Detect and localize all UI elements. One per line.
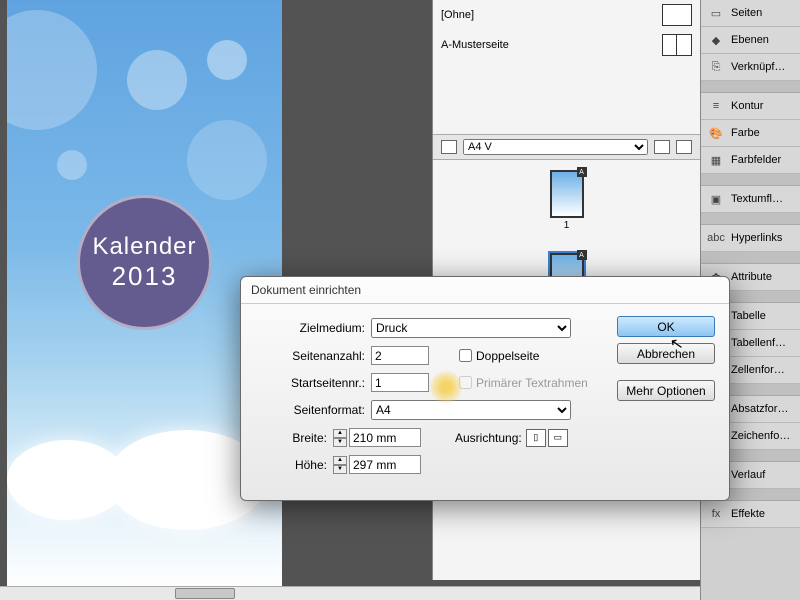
- panel-icon: ≡: [707, 99, 725, 113]
- document-setup-dialog: Dokument einrichten Zielmedium: Druck Se…: [240, 276, 730, 501]
- panel-icon: ▣: [707, 192, 725, 206]
- title-badge: Kalender 2013: [77, 195, 212, 330]
- doppelseite-checkbox[interactable]: Doppelseite: [459, 349, 539, 363]
- master-swatch-icon: [662, 34, 692, 56]
- page-number: 1: [564, 220, 570, 231]
- master-pages-list[interactable]: [Ohne] A-Musterseite: [433, 0, 700, 135]
- scrollbar-thumb[interactable]: [175, 588, 235, 599]
- hoehe-spinner[interactable]: ▲▼: [333, 456, 347, 474]
- master-item-a[interactable]: A-Musterseite: [433, 30, 700, 60]
- layout-icon[interactable]: [441, 140, 457, 154]
- panel-textumfl[interactable]: ▣ Textumfl…: [701, 186, 800, 213]
- doppelseite-check[interactable]: [459, 349, 472, 362]
- more-options-button[interactable]: Mehr Optionen: [617, 380, 715, 401]
- panel-label: Hyperlinks: [731, 232, 782, 244]
- panel-label: Attribute: [731, 271, 772, 283]
- zielmedium-select[interactable]: Druck: [371, 318, 571, 338]
- ausrichtung-label: Ausrichtung:: [455, 431, 522, 445]
- startseitennr-input[interactable]: [371, 373, 429, 392]
- panel-farbe[interactable]: 🎨 Farbe: [701, 120, 800, 147]
- seitenformat-select[interactable]: A4: [371, 400, 571, 420]
- page-preset-bar: A4 V: [433, 135, 700, 160]
- zielmedium-label: Zielmedium:: [257, 321, 365, 335]
- panel-hyperlinks[interactable]: abc Hyperlinks: [701, 225, 800, 252]
- panel-kontur[interactable]: ≡ Kontur: [701, 93, 800, 120]
- panel-icon: 🎨: [707, 126, 725, 140]
- ok-button[interactable]: OK: [617, 316, 715, 337]
- seitenanzahl-input[interactable]: [371, 346, 429, 365]
- seitenanzahl-label: Seitenanzahl:: [257, 349, 365, 363]
- panel-verknpf[interactable]: ⎘ Verknüpf…: [701, 54, 800, 81]
- panel-icon: ▭: [707, 6, 725, 20]
- primaer-label: Primärer Textrahmen: [476, 376, 588, 390]
- breite-input[interactable]: [349, 428, 421, 447]
- panel-label: Textumfl…: [731, 193, 783, 205]
- startseitennr-label: Startseitennr.:: [257, 376, 365, 390]
- panel-farbfelder[interactable]: ▦ Farbfelder: [701, 147, 800, 174]
- hoehe-input[interactable]: [349, 455, 421, 474]
- panel-label: Tabelle: [731, 310, 766, 322]
- master-marker: A: [577, 250, 587, 260]
- panel-label: Seiten: [731, 7, 762, 19]
- panel-label: Verknüpf…: [731, 61, 785, 73]
- primaer-checkbox: Primärer Textrahmen: [459, 376, 588, 390]
- panel-icon: ⎘: [707, 60, 725, 74]
- panel-effekte[interactable]: fx Effekte: [701, 501, 800, 528]
- seitenformat-label: Seitenformat:: [257, 403, 365, 417]
- panel-label: Ebenen: [731, 34, 769, 46]
- panel-ebenen[interactable]: ◆ Ebenen: [701, 27, 800, 54]
- panel-label: Farbe: [731, 127, 760, 139]
- breite-label: Breite:: [281, 431, 327, 445]
- orientation-landscape-icon[interactable]: [676, 140, 692, 154]
- master-item-none[interactable]: [Ohne]: [433, 0, 700, 30]
- horizontal-scrollbar[interactable]: [0, 586, 700, 600]
- panel-label: Farbfelder: [731, 154, 781, 166]
- panel-label: Tabellenf…: [731, 337, 786, 349]
- panel-icon: abc: [707, 231, 725, 245]
- panel-label: Zeichenfo…: [731, 430, 790, 442]
- badge-line2: 2013: [112, 261, 178, 292]
- panel-label: Effekte: [731, 508, 765, 520]
- master-swatch-icon: [662, 4, 692, 26]
- master-label: A-Musterseite: [441, 39, 509, 51]
- panel-icon: ▦: [707, 153, 725, 167]
- panel-label: Zellenfor…: [731, 364, 785, 376]
- panel-seiten[interactable]: ▭ Seiten: [701, 0, 800, 27]
- panel-icon: fx: [707, 507, 725, 521]
- doppelseite-label: Doppelseite: [476, 349, 539, 363]
- panel-label: Verlauf: [731, 469, 765, 481]
- page-thumb-1[interactable]: A 1: [550, 170, 584, 231]
- dialog-title: Dokument einrichten: [241, 277, 729, 304]
- panel-icon: ◆: [707, 33, 725, 47]
- orientation-portrait-button[interactable]: ▯: [526, 429, 546, 447]
- primaer-check: [459, 376, 472, 389]
- breite-spinner[interactable]: ▲▼: [333, 429, 347, 447]
- badge-line1: Kalender: [92, 233, 196, 261]
- panel-label: Kontur: [731, 100, 763, 112]
- panel-label: Absatzfor…: [731, 403, 788, 415]
- hoehe-label: Höhe:: [281, 458, 327, 472]
- page-preset-select[interactable]: A4 V: [463, 139, 648, 155]
- cancel-button[interactable]: Abbrechen: [617, 343, 715, 364]
- orientation-landscape-button[interactable]: ▭: [548, 429, 568, 447]
- orientation-portrait-icon[interactable]: [654, 140, 670, 154]
- master-marker: A: [577, 167, 587, 177]
- master-label: [Ohne]: [441, 9, 474, 21]
